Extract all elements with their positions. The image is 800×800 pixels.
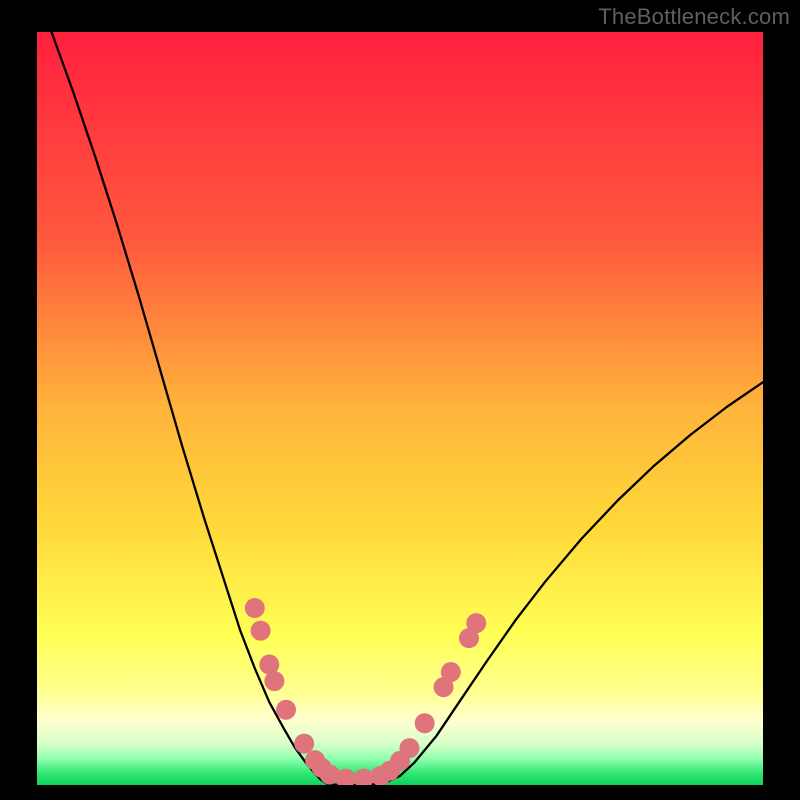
- marker-point: [245, 598, 265, 618]
- marker-point: [264, 671, 284, 691]
- marker-point: [251, 621, 271, 641]
- marker-point: [441, 662, 461, 682]
- marker-point: [415, 713, 435, 733]
- chart-frame: TheBottleneck.com: [0, 0, 800, 800]
- marker-point: [276, 700, 296, 720]
- chart-plot: [37, 32, 763, 785]
- chart-svg: [37, 32, 763, 785]
- marker-point: [294, 734, 314, 754]
- gradient-bg: [37, 32, 763, 785]
- watermark-text: TheBottleneck.com: [598, 4, 790, 30]
- marker-point: [466, 613, 486, 633]
- marker-point: [399, 738, 419, 758]
